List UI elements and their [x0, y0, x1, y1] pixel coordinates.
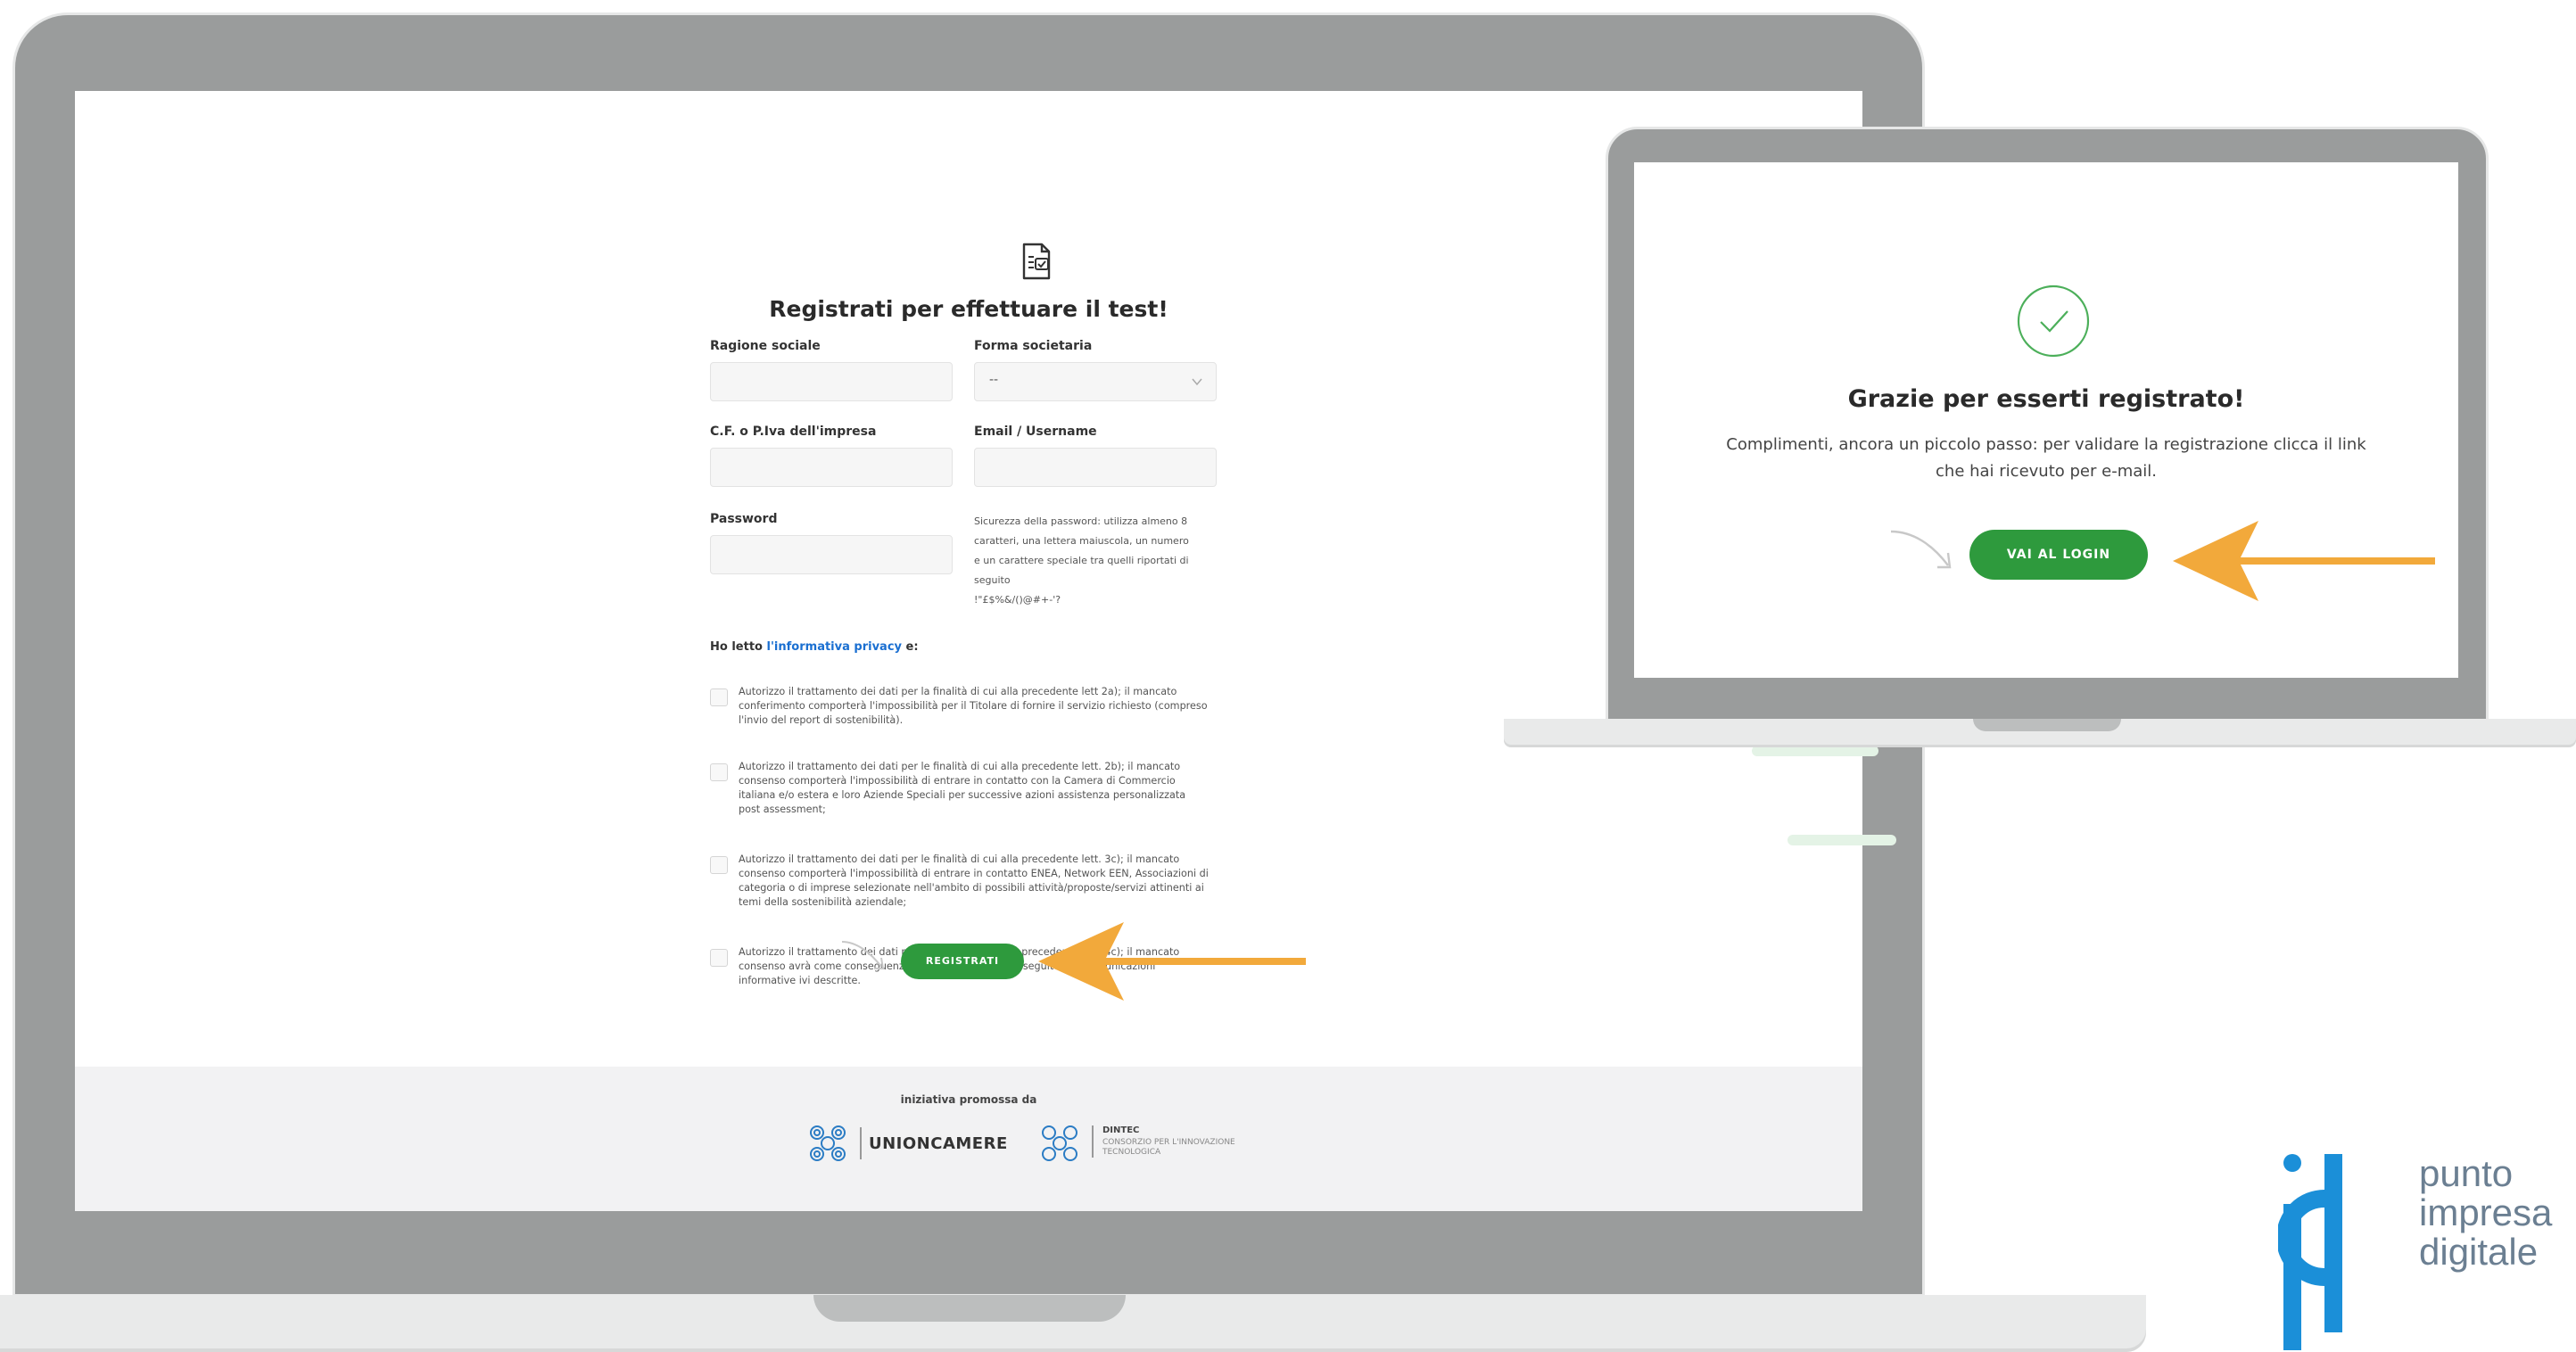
punto-impresa-digitale-logo-icon [2278, 1154, 2342, 1350]
consent-checkbox[interactable] [710, 856, 728, 874]
cf-piva-input[interactable] [710, 448, 953, 487]
login-button[interactable]: VAI AL LOGIN [1969, 530, 2148, 580]
register-button[interactable]: REGISTRATI [901, 944, 1024, 979]
confirmation-message: Complimenti, ancora un piccolo passo: pe… [1726, 435, 2366, 481]
forma-societaria-label: Forma societaria [974, 339, 1093, 353]
password-hint: Sicurezza della password: utilizza almen… [974, 515, 1189, 606]
dintec-logo: DINTEC CONSORZIO PER L'INNOVAZIONE TECNO… [1036, 1120, 1304, 1167]
password-label: Password [710, 512, 778, 526]
consent-text: Autorizzo il trattamento dei dati per le… [739, 761, 1186, 815]
orange-arrow-icon [2173, 521, 2435, 601]
consent-text: Autorizzo il trattamento dei dati per la… [739, 686, 1208, 726]
dintec-subtitle: CONSORZIO PER L'INNOVAZIONE TECNOLOGICA [1102, 1138, 1235, 1157]
footer: iniziativa promossa da UNIONCAMERE DINTE… [75, 1067, 1862, 1211]
orange-arrow-icon [1038, 922, 1306, 1001]
dintec-wordmark: DINTEC [1102, 1125, 1140, 1135]
forma-societaria-select[interactable]: -- [974, 362, 1217, 401]
privacy-statement: Ho letto l'informativa privacy e: [710, 640, 919, 654]
password-input[interactable] [710, 535, 953, 574]
privacy-link[interactable]: l'informativa privacy [767, 640, 903, 654]
cf-piva-label: C.F. o P.Iva dell'impresa [710, 425, 877, 439]
consent-checkbox[interactable] [710, 688, 728, 706]
consent-checkbox[interactable] [710, 949, 728, 967]
forma-societaria-value: -- [989, 373, 999, 387]
unioncamere-emblem-icon [810, 1125, 846, 1161]
registration-title: Registrati per effettuare il test! [769, 296, 1168, 322]
consent-text: Autorizzo il trattamento dei dati per le… [739, 853, 1209, 908]
chevron-down-icon [1192, 378, 1202, 386]
confirmation-title: Grazie per esserti registrato! [1847, 385, 2245, 413]
promoted-by-label: iniziativa promossa da [900, 1093, 1037, 1106]
email-input[interactable] [974, 448, 1217, 487]
success-check-icon [2017, 284, 2090, 358]
email-label: Email / Username [974, 425, 1097, 439]
small-laptop-notch [1973, 719, 2121, 731]
consent-checkbox[interactable] [710, 763, 728, 781]
unioncamere-wordmark: UNIONCAMERE [869, 1134, 1008, 1153]
registration-screen: Registrati per effettuare il test! Ragio… [75, 91, 1862, 1211]
brand-wordmark: punto impresa digitale [2419, 1152, 2553, 1273]
unioncamere-logo: UNIONCAMERE [805, 1122, 1010, 1165]
curved-pointer-icon [1890, 530, 1952, 569]
curved-pointer-icon [841, 941, 885, 969]
logo-divider [860, 1127, 862, 1159]
ragione-sociale-label: Ragione sociale [710, 339, 821, 353]
dintec-emblem-icon [1042, 1125, 1077, 1161]
large-laptop-notch [813, 1295, 1126, 1322]
ragione-sociale-input[interactable] [710, 362, 953, 401]
form-document-icon [1022, 243, 1051, 280]
logo-divider [1092, 1125, 1094, 1158]
